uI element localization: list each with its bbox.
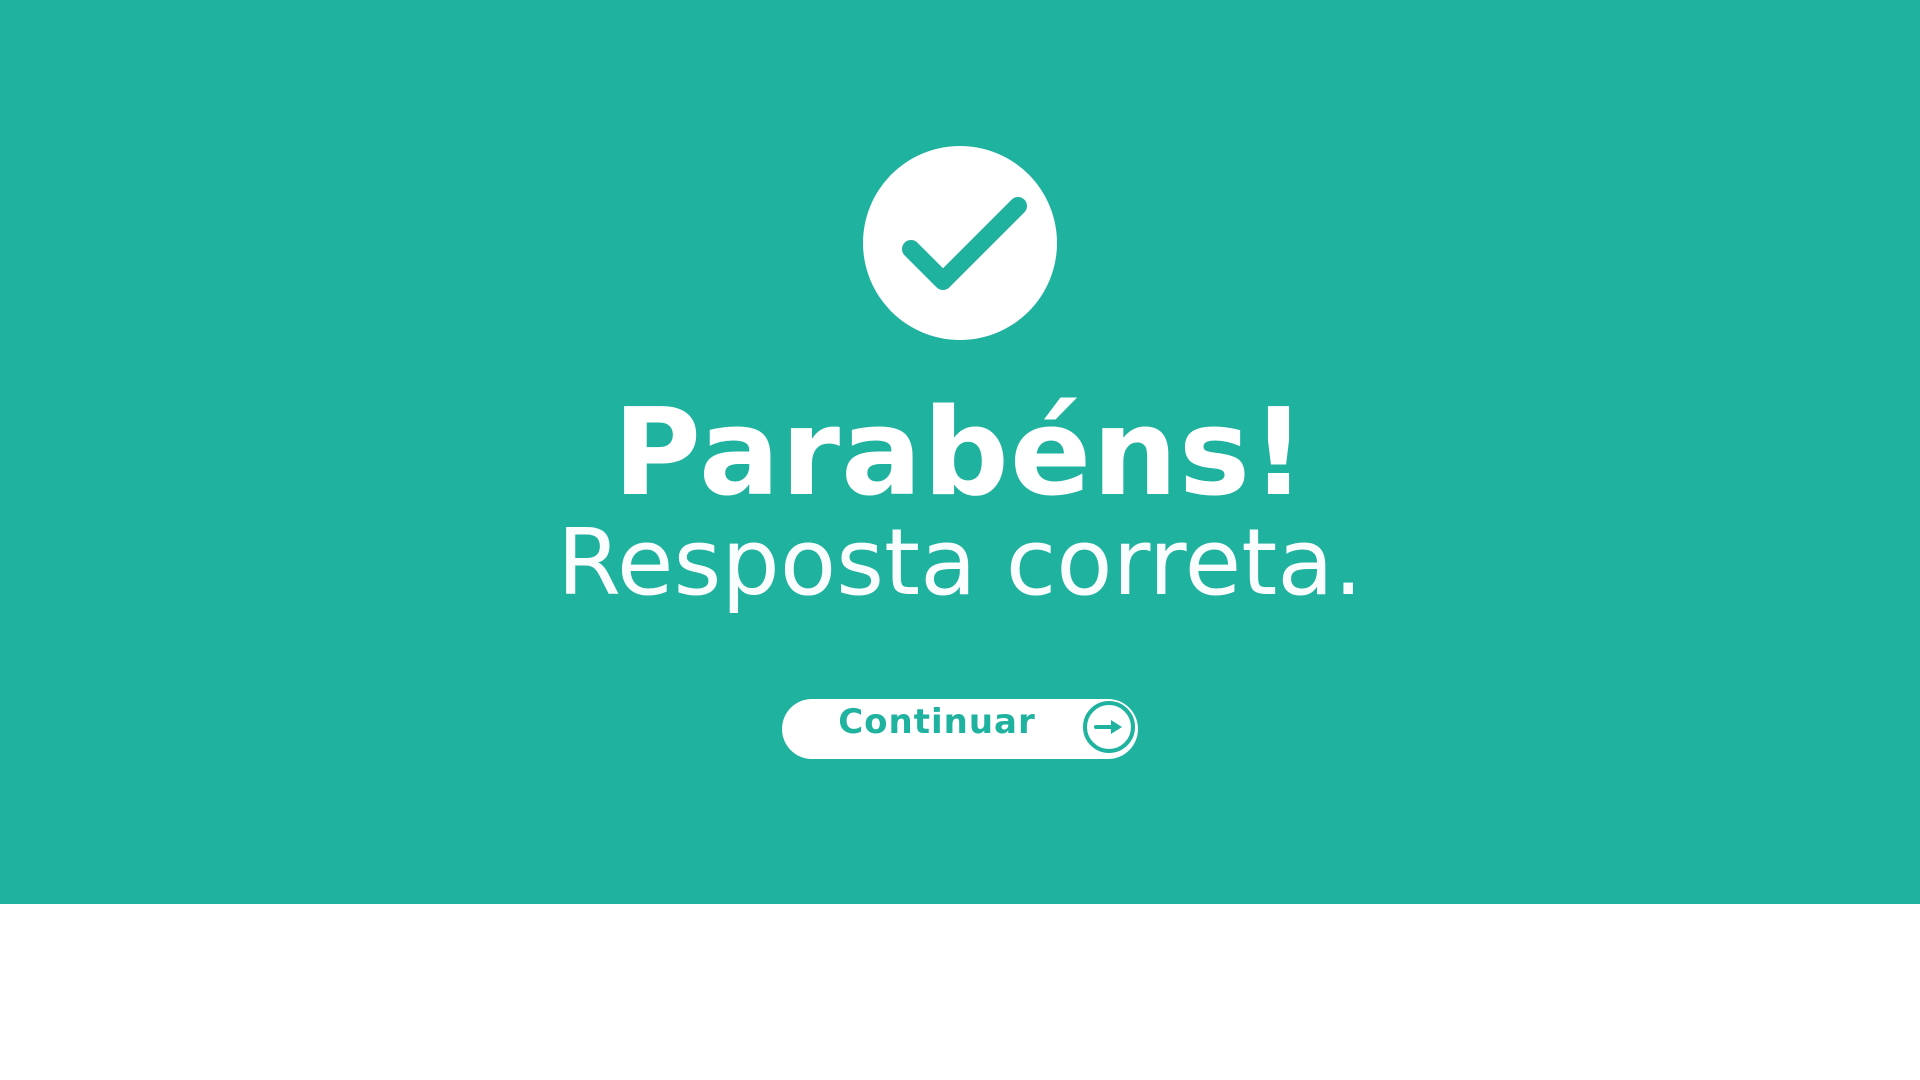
continue-button-label: Continuar: [838, 702, 1036, 742]
feedback-panel: Parabéns! Resposta correta. Continuar: [0, 0, 1920, 904]
arrow-right-icon[interactable]: [1083, 701, 1135, 753]
bottom-blank-area: [0, 904, 1920, 1080]
feedback-message: Resposta correta.: [557, 509, 1363, 616]
checkmark-icon: [902, 197, 1027, 290]
continue-button[interactable]: Continuar: [782, 699, 1138, 759]
feedback-title: Parabéns!: [613, 384, 1307, 523]
success-badge: [863, 146, 1057, 340]
